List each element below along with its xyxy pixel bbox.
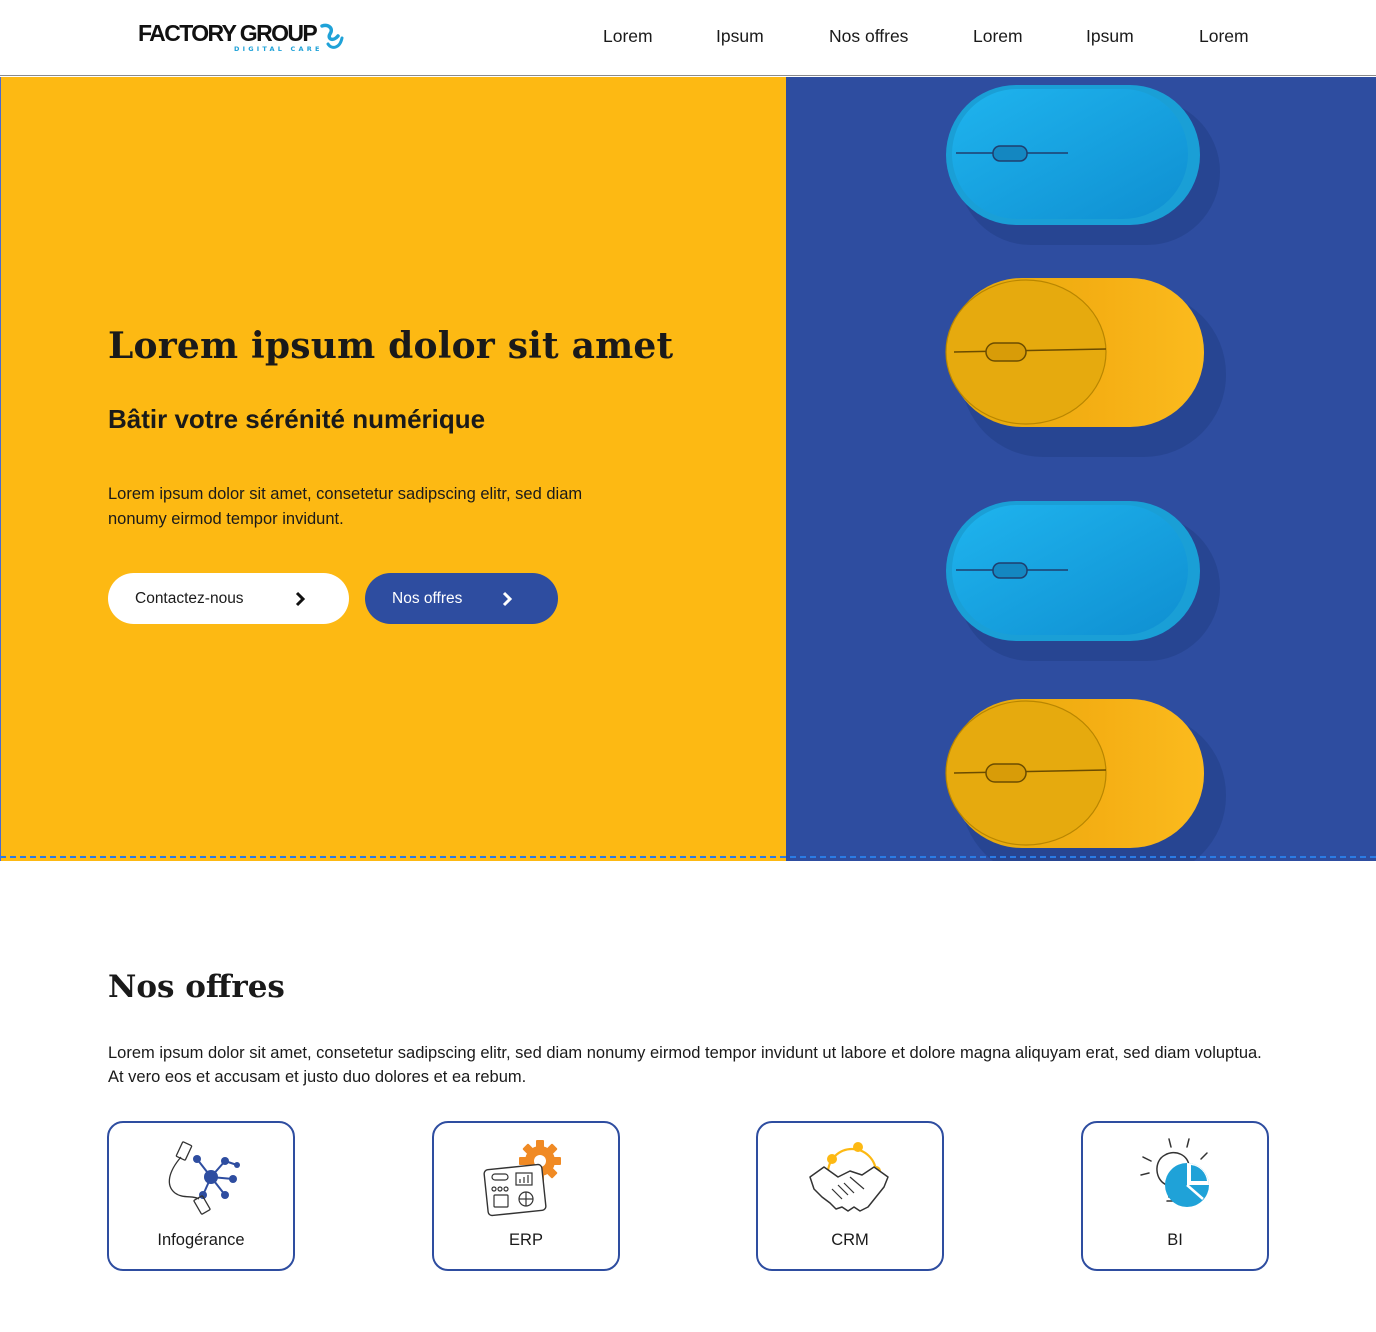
contact-button[interactable]: Contactez-nous	[108, 573, 349, 624]
nav-item-lorem-2[interactable]: Lorem	[973, 26, 1023, 50]
nav-item-lorem-1[interactable]: Lorem	[603, 26, 653, 50]
nav-item-ipsum-2[interactable]: Ipsum	[1086, 26, 1134, 50]
nos-offres-button[interactable]: Nos offres	[365, 573, 558, 624]
offer-card-label: Infogérance	[157, 1231, 245, 1249]
hero-image	[786, 77, 1376, 861]
hero-subtitle: Bâtir votre sérénité numérique	[108, 404, 486, 434]
factory-group-logo[interactable]: FACTORY GROUP DIGITAL CARE	[138, 20, 348, 58]
chevron-right-icon	[502, 591, 513, 607]
offer-card-label: CRM	[831, 1231, 869, 1249]
network-usb-icon	[168, 1141, 240, 1215]
hero-description: Lorem ipsum dolor sit amet, consetetur s…	[108, 485, 583, 528]
logo-text: FACTORY GROUP	[138, 20, 318, 46]
offres-section-description: Lorem ipsum dolor sit amet, consetetur s…	[108, 1044, 1262, 1086]
offer-card-bi[interactable]: BI	[1081, 1121, 1269, 1271]
computer-mouse-icon	[945, 85, 1226, 861]
offer-card-label: BI	[1167, 1231, 1183, 1249]
lightbulb-chart-icon	[1140, 1138, 1209, 1207]
offres-section-title: Nos offres	[108, 969, 285, 1005]
nav-item-nos-offres[interactable]: Nos offres	[829, 26, 908, 50]
blue-mouse-1	[946, 85, 1220, 245]
hero-left-panel	[0, 77, 786, 861]
site-header: FACTORY GROUP DIGITAL CARE Lorem Ipsum N…	[0, 0, 1376, 76]
chevron-right-icon	[295, 591, 306, 607]
nos-offres-button-label: Nos offres	[392, 590, 463, 607]
blue-mouse-2	[946, 501, 1220, 661]
nav-item-ipsum-1[interactable]: Ipsum	[716, 26, 764, 50]
dashboard-gear-icon	[483, 1140, 561, 1217]
logo-tagline: DIGITAL CARE	[234, 45, 323, 53]
nav-item-lorem-3[interactable]: Lorem	[1199, 26, 1249, 50]
yellow-mouse-2	[945, 699, 1226, 861]
contact-button-label: Contactez-nous	[135, 590, 244, 607]
offer-card-infogerance[interactable]: Infogérance	[107, 1121, 295, 1271]
handshake-icon	[809, 1142, 889, 1212]
offer-card-erp[interactable]: ERP	[432, 1121, 620, 1271]
logo-mark-icon	[320, 23, 344, 49]
hero-bottom-divider	[0, 856, 1376, 858]
hero-title: Lorem ipsum dolor sit amet	[108, 325, 674, 367]
yellow-mouse-1	[945, 278, 1226, 457]
offer-card-label: ERP	[509, 1231, 543, 1249]
offer-card-crm[interactable]: CRM	[756, 1121, 944, 1271]
